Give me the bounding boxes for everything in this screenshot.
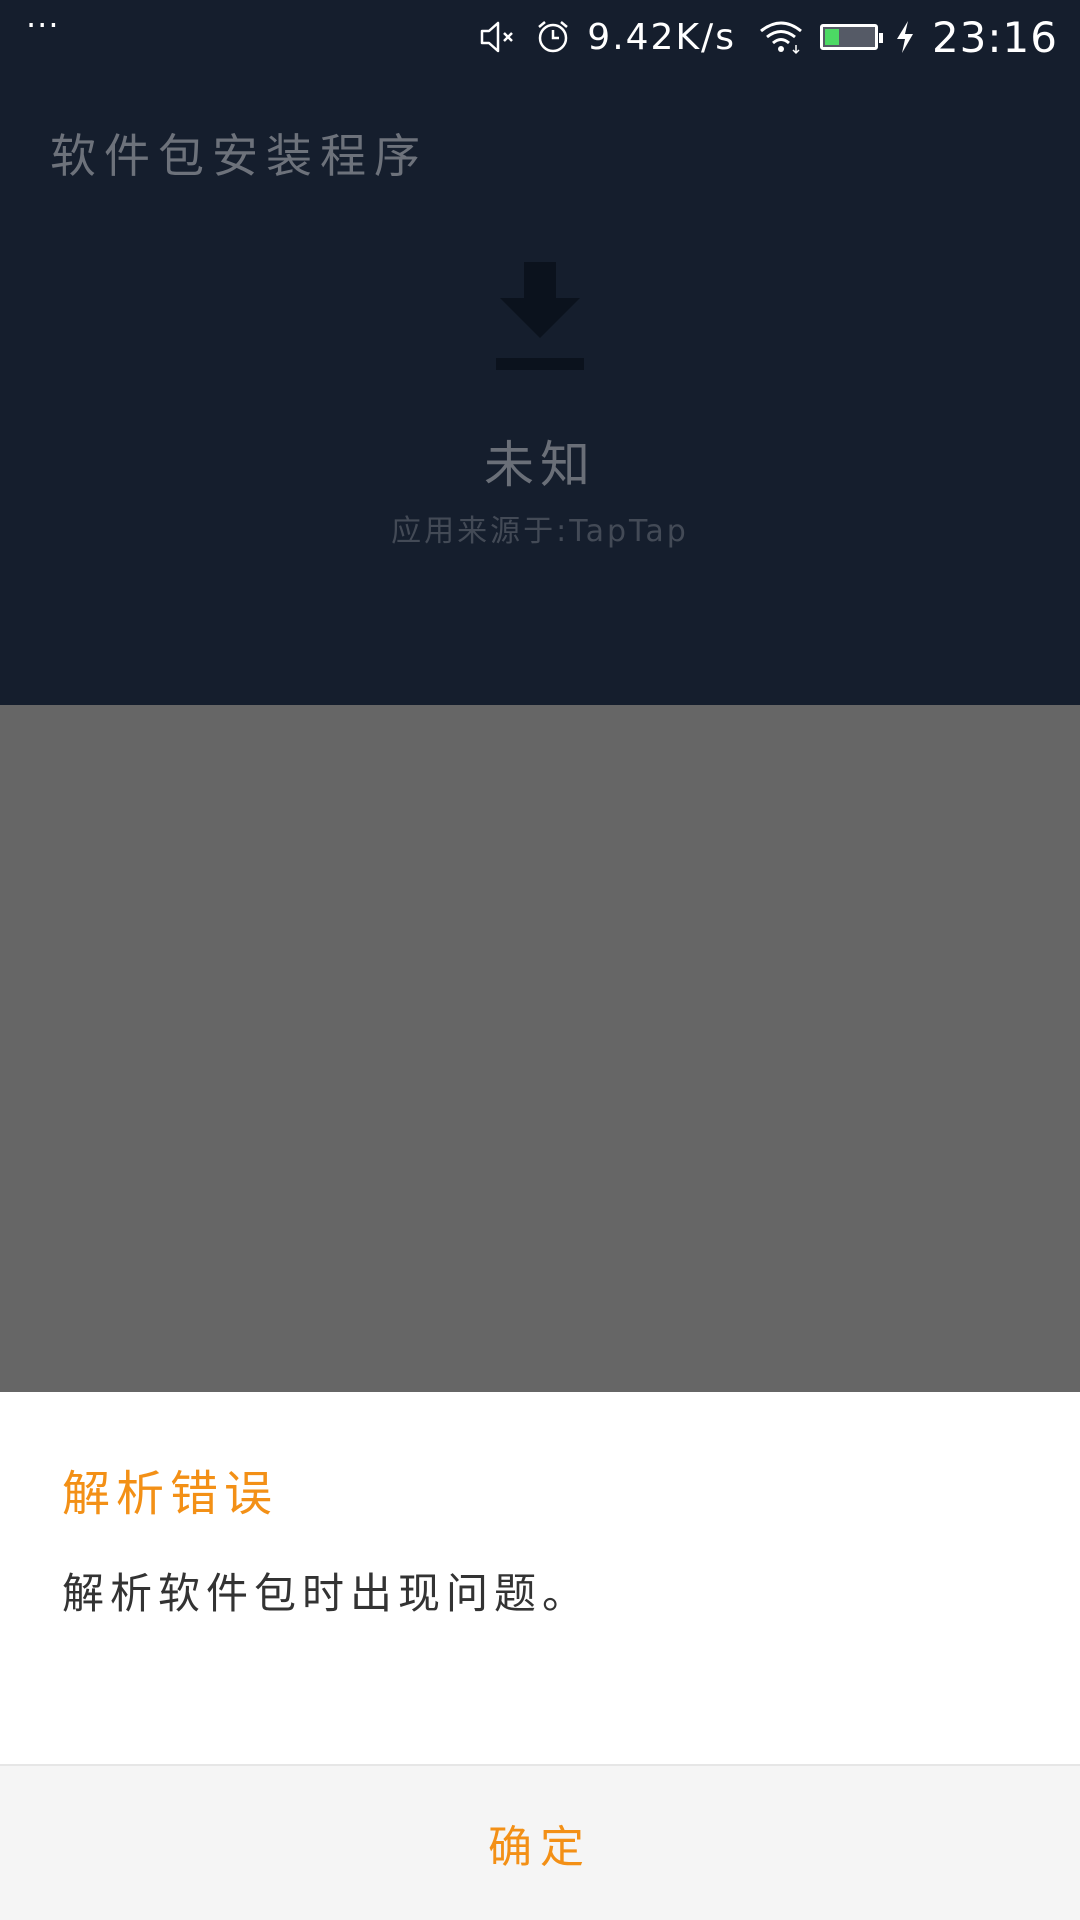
clock: 23:16 <box>931 12 1058 62</box>
screen: ··· 9.42K/s 23:16 软件包安装程序 未知 应用来源于:TapTa… <box>0 0 1080 1920</box>
menu-dots[interactable]: ··· <box>26 6 60 44</box>
app-name: 未知 <box>484 436 596 494</box>
alarm-icon <box>535 19 571 55</box>
installer-panel: ··· 9.42K/s 23:16 软件包安装程序 未知 应用来源于:TapTa… <box>0 0 1080 705</box>
dialog-message: 解析软件包时出现问题。 <box>62 1569 591 1618</box>
mute-icon <box>479 20 519 54</box>
page-title: 软件包安装程序 <box>50 129 428 183</box>
charging-icon <box>894 19 916 55</box>
parse-error-dialog: 解析错误 解析软件包时出现问题。 确定 <box>0 1392 1080 1920</box>
confirm-button[interactable]: 确定 <box>428 1791 652 1895</box>
status-bar: ··· 9.42K/s 23:16 <box>0 0 1080 72</box>
app-source: 应用来源于:TapTap <box>391 514 689 549</box>
wifi-icon <box>758 19 804 55</box>
dialog-title: 解析错误 <box>62 1466 279 1522</box>
dialog-footer: 确定 <box>0 1764 1080 1920</box>
battery-icon <box>819 24 883 50</box>
net-speed: 9.42K/s <box>587 16 736 58</box>
download-icon <box>494 262 586 376</box>
battery-level <box>824 29 839 45</box>
status-icons: 9.42K/s 23:16 <box>479 12 1058 62</box>
